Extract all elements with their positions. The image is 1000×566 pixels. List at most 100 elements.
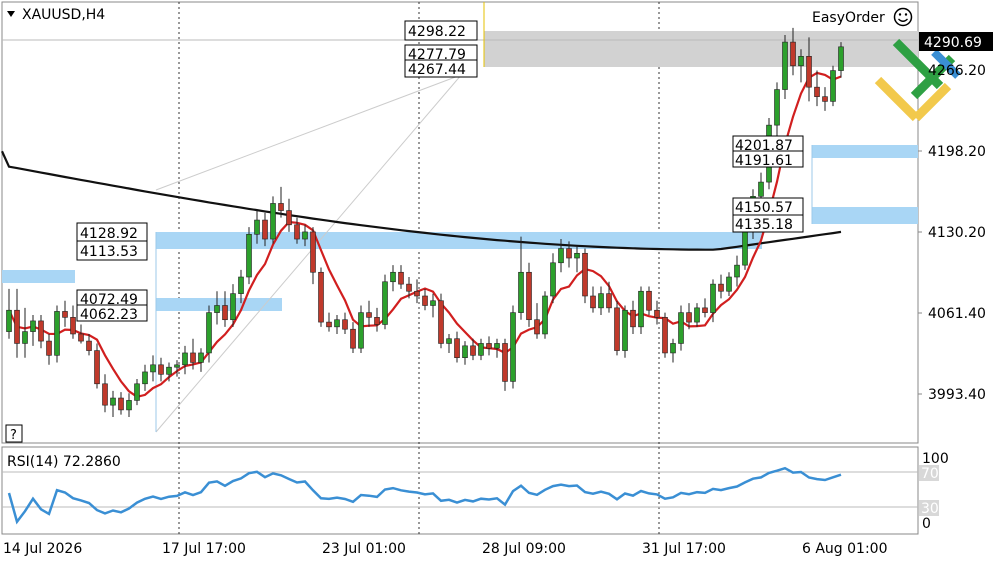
candle-bull [390,271,396,283]
candle-bear [790,41,796,67]
candle-bull [230,293,236,321]
easy-order-label[interactable]: EasyOrder [812,10,885,26]
candle-bull [214,305,220,313]
zone-4198[interactable] [812,145,918,158]
candle-bear [582,252,588,297]
candle-bear [158,364,164,375]
candle-bear [70,317,76,335]
candle-bull [206,312,212,354]
candle-bear [814,86,820,97]
candle-bull [110,397,116,406]
candle-bear [526,271,532,321]
candle-bear [534,319,540,335]
candle-bear [94,350,100,385]
time-label-6: 6 Aug 01:00 [802,541,888,557]
candle-bull [742,231,748,266]
candle-bear [190,352,196,363]
candle-bull [126,400,132,411]
rsi-panel-frame [1,446,919,535]
candle-bear [286,210,292,226]
zone-4135[interactable] [812,207,918,224]
candle-bull [542,295,548,335]
candle-bear [350,328,356,349]
help-button-label[interactable]: ? [10,428,17,443]
candle-bear [222,305,228,321]
candle-bull [670,343,676,354]
candle-bull [166,366,172,375]
candle-bull [734,264,740,278]
candle-bear [326,321,332,328]
candle-bull [150,364,156,373]
candle-bull [246,233,252,278]
zone-left[interactable] [2,270,75,283]
candle-bull [382,281,388,325]
time-label-2: 17 Jul 17:00 [162,541,246,557]
z4-bot-label: 4113.53 [80,244,138,260]
candle-bear [398,271,404,285]
candle-bear [566,248,572,259]
candle-bull [622,309,628,351]
time-label-5: 31 Jul 17:00 [642,541,726,557]
candle-bull [358,312,364,349]
candle-bear [414,290,420,297]
candle-bear [86,340,92,351]
candle-bull [462,345,468,358]
candle-bull [238,276,244,294]
candle-bear [118,397,124,411]
candle-bull [782,41,788,90]
candle-bull [430,300,436,306]
candle-bull [574,252,580,259]
candle-bear [406,283,412,292]
time-label-1: 14 Jul 2026 [3,541,82,557]
price-label-top-partial: 4266.20 [928,63,986,79]
candle-bear [606,293,612,309]
rsi-scale-0: 0 [922,516,931,532]
candle-bear [502,343,508,382]
candle-bear [630,309,636,328]
time-label-3: 23 Jul 01:00 [322,541,406,557]
candle-bull [54,311,60,356]
z3-top-label: 4150.57 [735,200,793,216]
rsi-scale-30: 30 [921,501,939,517]
candle-bear [454,338,460,358]
candle-bull [694,307,700,323]
candle-bear [470,345,476,356]
candle-bull [174,364,180,368]
z1-top-label: 4298.22 [408,24,466,40]
candle-bear [806,56,812,88]
candle-bull [182,352,188,366]
z4-top-label: 4128.92 [80,226,138,242]
rsi-scale-100: 100 [922,451,949,467]
candle-bull [758,181,764,197]
candle-bull [22,331,28,344]
candle-bull [518,271,524,313]
candle-bear [14,309,20,344]
symbol-label: XAUUSD,H4 [22,7,105,23]
zone-grey[interactable] [484,31,918,67]
candle-bull [142,371,148,385]
candle-bear [318,271,324,323]
candle-bull [6,309,12,332]
candle-bull [838,46,844,71]
candle-bear [486,343,492,349]
candle-bear [342,319,348,330]
z2-bot-label: 4191.61 [735,153,793,169]
candle-bear [310,231,316,273]
candle-bear [590,295,596,309]
rsi-label: RSI(14) 72.2860 [7,454,121,470]
candle-bull [478,343,484,356]
candle-bull [774,89,780,126]
candle-bull [198,352,204,363]
candle-bull [710,283,716,313]
candle-bear [366,312,372,318]
candle-bear [78,333,84,342]
candle-bear [654,309,660,318]
candle-bull [134,383,140,401]
candle-bull [302,231,308,240]
candle-bull [30,320,36,332]
z3-bot-label: 4135.18 [735,217,793,233]
candle-bull [254,219,260,235]
candle-bear [822,96,828,102]
candle-bear [278,203,284,211]
candle-bear [46,340,52,356]
